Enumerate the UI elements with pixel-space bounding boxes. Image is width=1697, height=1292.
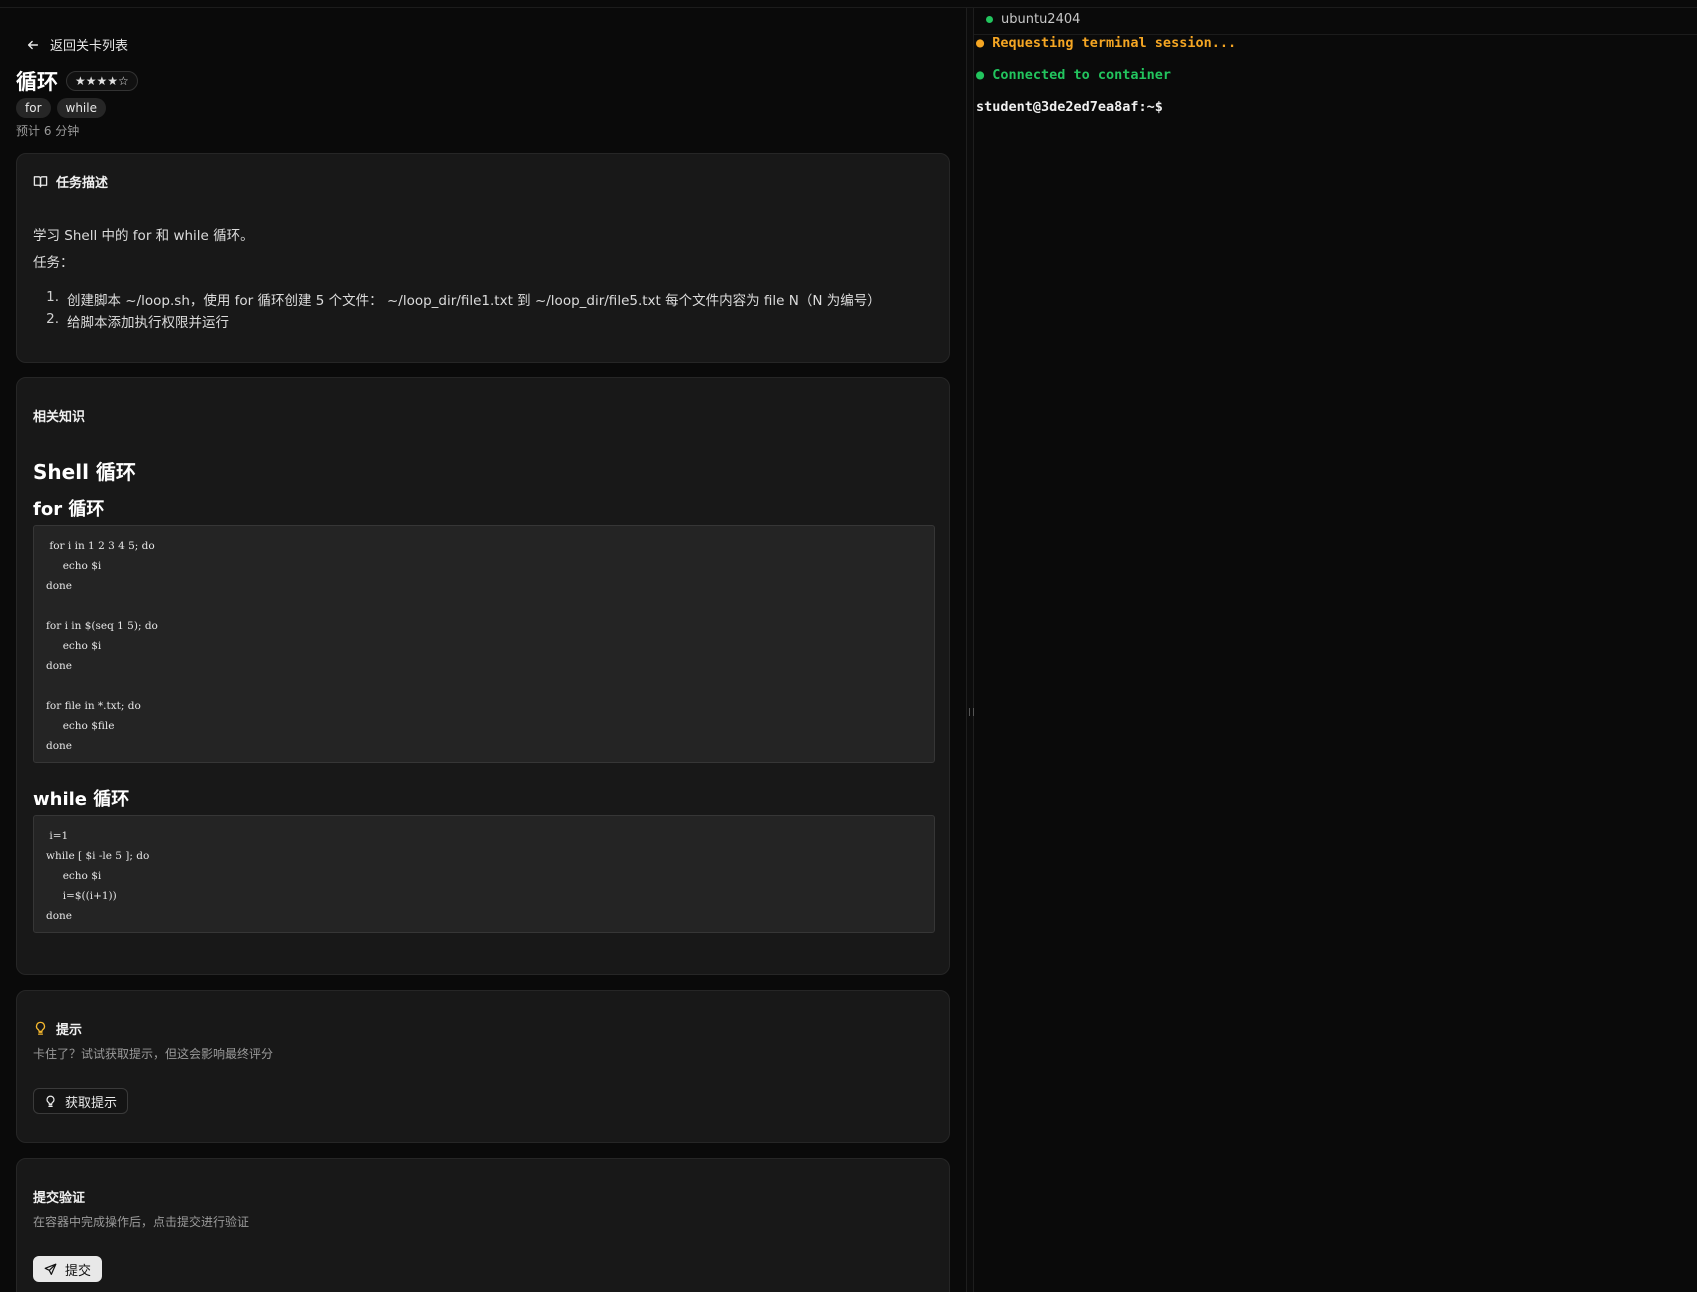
hint-title: 提示 xyxy=(56,1023,83,1038)
tag-list: for while xyxy=(16,98,106,118)
tag-for: for xyxy=(16,98,51,118)
terminal-panel[interactable]: ubuntu2404 ● Requesting terminal session… xyxy=(974,8,1697,1292)
hint-card: 提示 卡住了？试试获取提示，但这会影响最终评分 获取提示 xyxy=(16,990,950,1143)
get-hint-label: 获取提示 xyxy=(65,1095,118,1111)
hint-subtitle: 卡住了？试试获取提示，但这会影响最终评分 xyxy=(33,1047,274,1061)
task-item-number: 2. xyxy=(46,311,59,327)
for-loop-code-block: for i in 1 2 3 4 5; do echo $i done for … xyxy=(33,525,935,763)
task-item: 2. 给脚本添加执行权限并运行 xyxy=(33,311,881,333)
level-panel: 返回关卡列表 循环 ★★★★☆ for while 预计 6 分钟 任务描述 学… xyxy=(0,8,966,1292)
section-heading: Shell 循环 xyxy=(33,460,136,484)
while-loop-heading: while 循环 xyxy=(33,789,130,810)
task-description-title: 任务描述 xyxy=(56,176,109,191)
task-intro: 学习 Shell 中的 for 和 while 循环。 xyxy=(33,228,254,244)
while-loop-code: i=1 while [ $i -le 5 ]; do echo $i i=$((… xyxy=(46,830,150,922)
for-loop-heading: for 循环 xyxy=(33,499,105,520)
task-item-number: 1. xyxy=(46,289,59,305)
tag-while: while xyxy=(56,98,106,118)
terminal-prompt[interactable]: student@3de2ed7ea8af:~$ xyxy=(976,99,1172,115)
top-border xyxy=(0,0,1697,8)
submit-subtitle: 在容器中完成操作后，点击提交进行验证 xyxy=(33,1215,250,1229)
while-loop-code-block: i=1 while [ $i -le 5 ]; do echo $i i=$((… xyxy=(33,815,935,933)
panel-resize-handle[interactable] xyxy=(966,8,974,1292)
terminal-line-connected: ● Connected to container xyxy=(976,67,1172,83)
submit-card: 提交验证 在容器中完成操作后，点击提交进行验证 提交 xyxy=(16,1158,950,1292)
for-loop-code: for i in 1 2 3 4 5; do echo $i done for … xyxy=(46,540,158,752)
task-item-text: 给脚本添加执行权限并运行 xyxy=(67,315,229,331)
task-list: 1. 创建脚本 ~/loop.sh，使用 for 循环创建 5 个文件： ~/lo… xyxy=(33,289,881,333)
connection-status-dot xyxy=(986,16,993,23)
task-item: 1. 创建脚本 ~/loop.sh，使用 for 循环创建 5 个文件： ~/lo… xyxy=(33,289,881,311)
level-header: 循环 ★★★★☆ xyxy=(16,66,138,96)
task-item-text: 创建脚本 ~/loop.sh，使用 for 循环创建 5 个文件： ~/loop… xyxy=(67,293,881,309)
knowledge-card: 相关知识 Shell 循环 for 循环 for i in 1 2 3 4 5;… xyxy=(16,377,950,975)
knowledge-title: 相关知识 xyxy=(33,410,86,425)
difficulty-stars: ★★★★☆ xyxy=(66,71,138,91)
submit-title: 提交验证 xyxy=(33,1191,86,1206)
submit-button[interactable]: 提交 xyxy=(33,1256,103,1282)
task-label: 任务： xyxy=(33,255,74,271)
lightbulb-icon xyxy=(46,1095,55,1107)
terminal-line-requesting: ● Requesting terminal session... xyxy=(976,35,1237,51)
get-hint-button[interactable]: 获取提示 xyxy=(33,1088,129,1114)
task-description-card: 任务描述 学习 Shell 中的 for 和 while 循环。 任务： 1. 创… xyxy=(16,153,950,363)
send-icon xyxy=(44,1263,57,1275)
terminal-tab[interactable]: ubuntu2404 xyxy=(986,12,1080,27)
submit-header: 提交验证 xyxy=(33,1187,85,1206)
submit-label: 提交 xyxy=(65,1263,92,1279)
hint-header: 提示 xyxy=(33,1019,82,1038)
estimated-time: 预计 6 分钟 xyxy=(16,124,80,138)
level-title: 循环 xyxy=(16,70,58,94)
lightbulb-icon xyxy=(35,1021,46,1035)
book-open-icon xyxy=(33,176,48,188)
terminal-tab-label: ubuntu2404 xyxy=(1001,12,1081,27)
prompt-text: student@3de2ed7ea8af:~$ xyxy=(976,99,1163,115)
task-description-header: 任务描述 xyxy=(33,172,108,191)
back-label: 返回关卡列表 xyxy=(50,39,129,54)
knowledge-header: 相关知识 xyxy=(33,406,85,425)
arrow-left-icon xyxy=(27,40,39,49)
back-to-levels-link[interactable]: 返回关卡列表 xyxy=(26,35,128,54)
